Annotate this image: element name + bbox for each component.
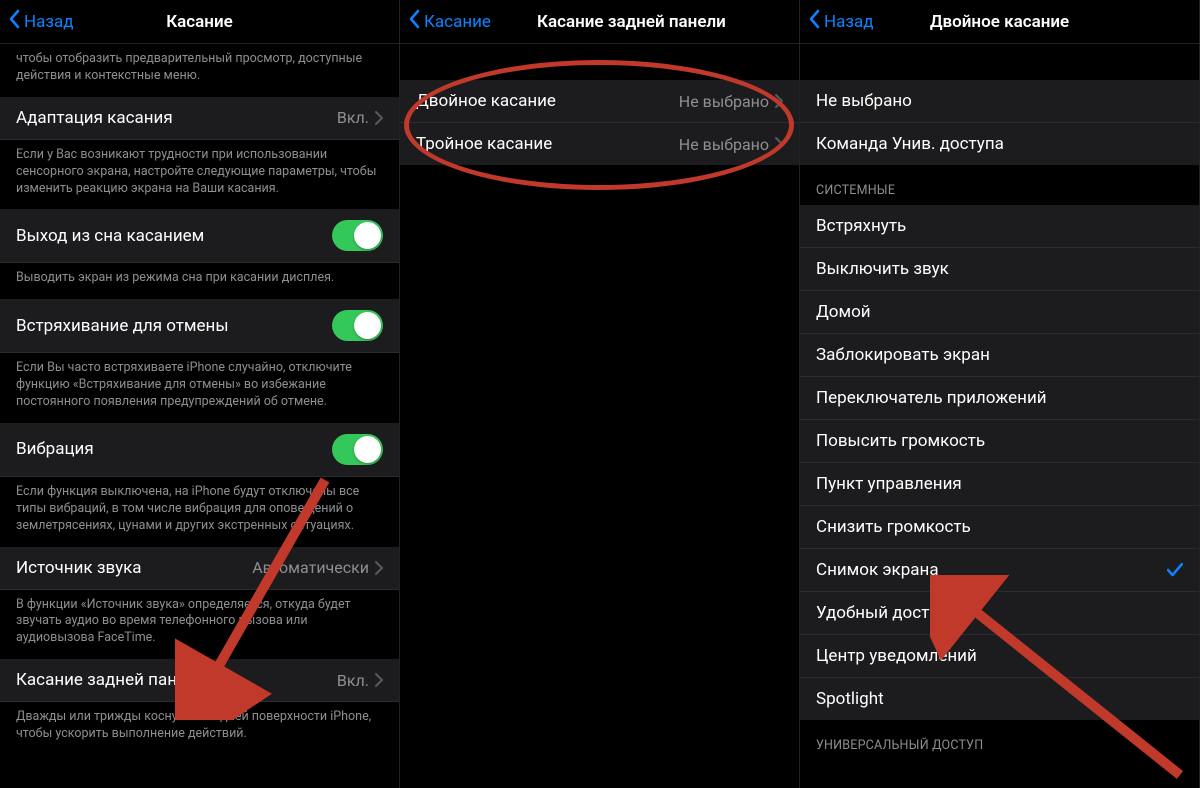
toggle-switch[interactable] (332, 434, 383, 465)
toggle-switch[interactable] (332, 220, 383, 251)
back-label: Назад (824, 12, 874, 32)
footer-text: Если функция выключена, на iPhone будут … (0, 477, 399, 547)
option-row[interactable]: Встряхнуть (800, 205, 1199, 248)
row-label: Источник звука (16, 558, 252, 578)
option-label: Заблокировать экран (816, 345, 1183, 365)
navbar: Назад Касание (0, 0, 399, 44)
chevron-left-icon (408, 9, 424, 34)
option-row[interactable]: Команда Унив. доступа (800, 123, 1199, 165)
row-value: Автоматически (252, 558, 369, 577)
row-label: Тройное касание (416, 134, 679, 154)
row-label: Встряхивание для отмены (16, 316, 332, 336)
row-label: Двойное касание (416, 91, 679, 111)
chevron-left-icon (808, 9, 824, 34)
footer-text: Дважды или трижды коснуться задней повер… (0, 702, 399, 755)
row-value: Вкл. (337, 108, 369, 127)
option-row[interactable]: Spotlight (800, 678, 1199, 720)
option-row[interactable]: Выключить звук (800, 248, 1199, 291)
chevron-right-icon (375, 111, 383, 125)
back-button[interactable]: Касание (400, 9, 491, 34)
option-row[interactable]: Переключатель приложений (800, 377, 1199, 420)
row-triple-tap[interactable]: Тройное касание Не выбрано (400, 123, 799, 165)
option-label: Центр уведомлений (816, 646, 1183, 666)
option-row[interactable]: Повысить громкость (800, 420, 1199, 463)
option-label: Повысить громкость (816, 431, 1183, 451)
option-label: Переключатель приложений (816, 388, 1183, 408)
option-row[interactable]: Пункт управления (800, 463, 1199, 506)
row-touch-adaptation[interactable]: Адаптация касания Вкл. (0, 97, 399, 140)
option-label: Команда Унив. доступа (816, 134, 1183, 154)
page-title: Касание задней панели (537, 12, 726, 32)
option-row[interactable]: Домой (800, 291, 1199, 334)
row-vibration[interactable]: Вибрация (0, 423, 399, 477)
footer-text: Если у Вас возникают трудности при испол… (0, 140, 399, 210)
section-header-system: СИСТЕМНЫЕ (800, 165, 1199, 205)
chevron-right-icon (775, 94, 783, 108)
chevron-right-icon (375, 673, 383, 687)
navbar: Касание Касание задней панели (400, 0, 799, 44)
row-label: Вибрация (16, 439, 332, 459)
option-label: Снизить громкость (816, 517, 1183, 537)
option-row[interactable]: Не выбрано (800, 80, 1199, 123)
footer-text: Выводить экран из режима сна при касании… (0, 263, 399, 299)
row-label: Касание задней панели (16, 670, 337, 690)
row-value: Не выбрано (679, 135, 769, 154)
page-title: Двойное касание (930, 12, 1069, 32)
option-row[interactable]: Удобный доступ (800, 592, 1199, 635)
panel-touch-settings: Назад Касание чтобы отобразить предварит… (0, 0, 400, 788)
footer-text: чтобы отобразить предварительный просмот… (0, 44, 399, 97)
navbar: Назад Двойное касание (800, 0, 1199, 44)
option-label: Выключить звук (816, 259, 1183, 279)
panel-double-tap: Назад Двойное касание Не выбрано Команда … (800, 0, 1200, 788)
row-audio-source[interactable]: Источник звука Автоматически (0, 547, 399, 590)
option-row[interactable]: Заблокировать экран (800, 334, 1199, 377)
toggle-switch[interactable] (332, 310, 383, 341)
back-label: Назад (24, 12, 74, 32)
back-label: Касание (424, 12, 491, 32)
back-button[interactable]: Назад (800, 9, 874, 34)
option-label: Пункт управления (816, 474, 1183, 494)
row-label: Выход из сна касанием (16, 226, 332, 246)
row-value: Не выбрано (679, 92, 769, 111)
section-gap (400, 44, 799, 80)
option-label: Spotlight (816, 689, 1183, 709)
section-gap (800, 44, 1199, 80)
row-value: Вкл. (337, 671, 369, 690)
row-back-tap[interactable]: Касание задней панели Вкл. (0, 659, 399, 702)
option-row[interactable]: Снизить громкость (800, 506, 1199, 549)
panel-back-tap: Касание Касание задней панели Двойное ка… (400, 0, 800, 788)
checkmark-icon (1167, 563, 1183, 577)
section-header-accessibility: УНИВЕРСАЛЬНЫЙ ДОСТУП (800, 720, 1199, 760)
row-shake-to-undo[interactable]: Встряхивание для отмены (0, 299, 399, 353)
option-row[interactable]: Снимок экрана (800, 549, 1199, 592)
chevron-left-icon (8, 9, 24, 34)
chevron-right-icon (375, 561, 383, 575)
option-row[interactable]: Центр уведомлений (800, 635, 1199, 678)
option-label: Домой (816, 302, 1183, 322)
row-label: Адаптация касания (16, 108, 337, 128)
option-label: Снимок экрана (816, 560, 1167, 580)
footer-text: В функции «Источник звука» определяется,… (0, 590, 399, 660)
row-double-tap[interactable]: Двойное касание Не выбрано (400, 80, 799, 123)
option-label: Встряхнуть (816, 216, 1183, 236)
option-label: Не выбрано (816, 91, 1183, 111)
row-tap-to-wake[interactable]: Выход из сна касанием (0, 209, 399, 263)
page-title: Касание (166, 12, 233, 32)
chevron-right-icon (775, 137, 783, 151)
back-button[interactable]: Назад (0, 9, 74, 34)
option-label: Удобный доступ (816, 603, 1183, 623)
footer-text: Если Вы часто встряхиваете iPhone случай… (0, 353, 399, 423)
